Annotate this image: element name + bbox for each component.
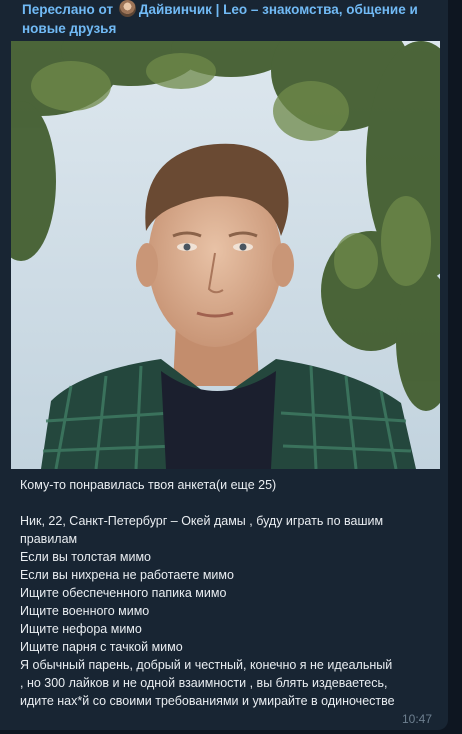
caption-line: Если вы нихрена не работаете мимо — [20, 568, 234, 582]
caption-line: Ищите обеспеченного папика мимо — [20, 586, 227, 600]
caption-line: Кому-то понравилась твоя анкета(и еще 25… — [20, 478, 277, 492]
forwarded-prefix: Переслано от — [22, 2, 114, 17]
message-caption: Кому-то понравилась твоя анкета(и еще 25… — [20, 476, 430, 710]
caption-line: Ник, 22, Санкт-Петербург – Окей дамы , б… — [20, 514, 384, 546]
caption-line: , но 300 лайков и не одной взаимности , … — [20, 676, 388, 690]
caption-line: идите нах*й со своими требованиями и уми… — [20, 694, 395, 708]
chat-view: Переслано от Дайвинчик | Leo – знакомств… — [0, 0, 462, 734]
caption-line: Ищите парня с тачкой мимо — [20, 640, 183, 654]
caption-line: Ищите военного мимо — [20, 604, 150, 618]
forwarded-header[interactable]: Переслано от Дайвинчик | Leo – знакомств… — [22, 0, 432, 38]
profile-photo-illustration — [11, 41, 440, 469]
caption-line: Ищите нефора мимо — [20, 622, 142, 636]
message-photo[interactable] — [11, 41, 440, 469]
channel-avatar[interactable] — [118, 0, 136, 17]
message-time: 10:47 — [401, 712, 432, 726]
caption-line: Если вы толстая мимо — [20, 550, 151, 564]
caption-line: Я обычный парень, добрый и честный, коне… — [20, 658, 393, 672]
message-bubble[interactable]: Переслано от Дайвинчик | Leo – знакомств… — [0, 0, 448, 730]
